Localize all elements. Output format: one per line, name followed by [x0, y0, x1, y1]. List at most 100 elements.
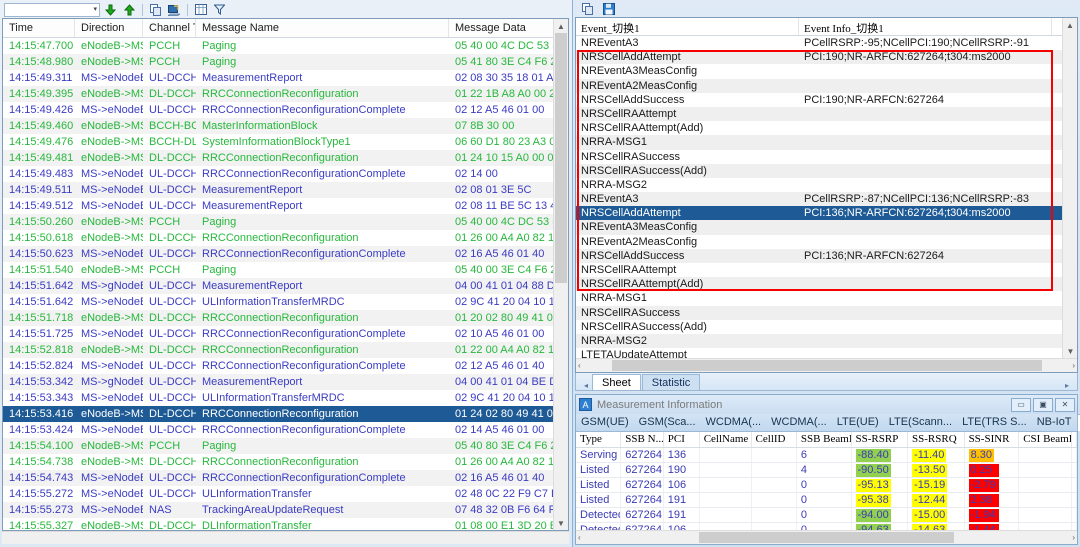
table-row[interactable]: 14:15:53.342 MS->gNodeB UL-DCCH Measurement…	[3, 374, 568, 390]
column-header-time[interactable]: Time	[3, 19, 75, 37]
scroll-up-arrow-icon[interactable]: ▲	[1063, 18, 1077, 32]
column-header-ss-rsrq[interactable]: SS-RSRQ	[908, 432, 965, 447]
measurement-row[interactable]: Listed 627264 190 4 -90.50 -13.50 0.25	[576, 463, 1077, 478]
save-button[interactable]	[600, 2, 617, 17]
column-header-type[interactable]: Type	[576, 432, 622, 447]
scroll-down-arrow-icon[interactable]: ▼	[554, 516, 568, 530]
table-row[interactable]: 14:15:49.460 eNodeB->MS BCCH-BCH MasterInfo…	[3, 118, 568, 134]
log-vertical-scrollbar[interactable]: ▲ ▼	[553, 19, 568, 530]
copy-button[interactable]	[579, 2, 596, 17]
event-row[interactable]: NRSCellRAAttempt	[576, 263, 1077, 277]
measurement-grid[interactable]: Type SSB N... PCI CellName CellID SSB Be…	[576, 432, 1077, 544]
measurement-grid-body[interactable]: Serving 627264 136 6 -88.40 -11.40 8.30 Listed 6…	[576, 448, 1077, 538]
event-row[interactable]: NRRA-MSG1	[576, 291, 1077, 305]
event-row[interactable]: NREventA2MeasConfig	[576, 235, 1077, 249]
scroll-right-arrow-icon[interactable]: ›	[1072, 361, 1075, 370]
event-row[interactable]: NRSCellRAAttempt	[576, 106, 1077, 122]
event-row[interactable]: NRSCellAddAttempt PCI:190;NR-ARFCN:627264…	[576, 50, 1077, 65]
find-prev-up-button[interactable]	[121, 2, 138, 17]
log-horizontal-scrollbar[interactable]	[2, 531, 569, 544]
table-row[interactable]: 14:15:49.476 eNodeB->MS BCCH-DL-... SystemI…	[3, 134, 568, 150]
tab-gsm-sca[interactable]: GSM(Sca...	[634, 414, 701, 431]
table-row[interactable]: 14:15:51.725 MS->eNodeB UL-DCCH RRCConnecti…	[3, 326, 568, 342]
column-header-event-info[interactable]: Event Info_切换1	[799, 18, 1052, 35]
event-row[interactable]: NREventA3 PCellRSRP:-95;NCellPCI:190;NCel…	[576, 36, 1077, 50]
message-log-grid[interactable]: Time Direction Channel Ty... Message Nam…	[2, 18, 569, 531]
tab-lte-scann[interactable]: LTE(Scann...	[884, 414, 957, 431]
measurement-hscroll-thumb[interactable]	[699, 532, 954, 543]
event-row[interactable]: NRRA-MSG2	[576, 333, 1077, 349]
column-header-cellid[interactable]: CellID	[752, 432, 797, 447]
event-row[interactable]: NRSCellAddAttempt PCI:136;NR-ARFCN:627264…	[576, 206, 1077, 221]
event-vertical-scrollbar[interactable]: ▲ ▼	[1062, 18, 1077, 358]
chevron-down-icon[interactable]: ▾	[93, 6, 97, 13]
find-next-down-button[interactable]	[102, 2, 119, 17]
scroll-left-arrow-icon[interactable]: ‹	[578, 361, 581, 370]
event-row[interactable]: NRRA-MSG1	[576, 135, 1077, 150]
tab-lte-ue[interactable]: LTE(UE)	[832, 414, 884, 431]
table-row[interactable]: 14:15:50.623 MS->eNodeB UL-DCCH RRCConnecti…	[3, 246, 568, 262]
scroll-left-arrow-icon[interactable]: ‹	[578, 533, 581, 542]
table-row[interactable]: 14:15:49.311 MS->eNodeB UL-DCCH Measurement…	[3, 70, 568, 86]
table-row[interactable]: 14:15:51.718 eNodeB->MS DL-DCCH RRCConnecti…	[3, 310, 568, 326]
column-header-ss-sinr[interactable]: SS-SINR	[965, 432, 1020, 447]
column-header-pci[interactable]: PCI	[664, 432, 700, 447]
log-filter-combo[interactable]: ▾	[4, 2, 100, 17]
column-header-event[interactable]: Event_切换1	[576, 18, 799, 35]
event-row[interactable]: NRSCellRAAttempt(Add)	[576, 277, 1077, 292]
table-row[interactable]: 14:15:48.980 eNodeB->MS PCCH Paging 05 41 80…	[3, 54, 568, 70]
table-row[interactable]: 14:15:53.343 MS->eNodeB UL-DCCH ULInformati…	[3, 390, 568, 406]
event-row[interactable]: NRSCellAddSuccess PCI:136;NR-ARFCN:627264	[576, 248, 1077, 263]
copy-button[interactable]	[147, 2, 164, 17]
measurement-horizontal-scrollbar[interactable]: ‹ ›	[576, 530, 1077, 544]
tab-nr-ue[interactable]: NR(UE)	[1076, 414, 1080, 431]
measurement-row[interactable]: Detected 627264 191 0 -94.00 -15.00 -1.94	[576, 508, 1077, 523]
event-row[interactable]: NRSCellRASuccess(Add)	[576, 163, 1077, 178]
column-header-cellname[interactable]: CellName	[700, 432, 752, 447]
table-row[interactable]: 14:15:49.512 MS->eNodeB UL-DCCH Measurement…	[3, 198, 568, 214]
table-row[interactable]: 14:15:52.824 MS->eNodeB UL-DCCH RRCConnecti…	[3, 358, 568, 374]
scroll-up-arrow-icon[interactable]: ▲	[554, 19, 568, 33]
table-row[interactable]: 14:15:49.481 eNodeB->MS DL-DCCH RRCConnecti…	[3, 150, 568, 166]
table-row[interactable]: 14:15:55.327 eNodeB->MS DL-DCCH DLInformati…	[3, 518, 568, 530]
columns-button[interactable]	[192, 2, 209, 17]
column-header-ssb-beamid[interactable]: SSB BeamID	[797, 432, 852, 447]
event-row[interactable]: NREventA3MeasConfig	[576, 220, 1077, 235]
event-hscroll-thumb[interactable]	[611, 360, 1042, 371]
event-row[interactable]: NRSCellAddSuccess PCI:190;NR-ARFCN:627264	[576, 93, 1077, 107]
table-row[interactable]: 14:15:51.642 MS->gNodeB UL-DCCH Measurement…	[3, 278, 568, 294]
event-row[interactable]: NRSCellRAAttempt(Add)	[576, 121, 1077, 135]
table-row[interactable]: 14:15:55.272 MS->eNodeB UL-DCCH ULInformati…	[3, 486, 568, 502]
event-row[interactable]: NRRA-MSG2	[576, 178, 1077, 192]
table-row[interactable]: 14:15:49.426 MS->eNodeB UL-DCCH RRCConnecti…	[3, 102, 568, 118]
column-header-ss-rsrp[interactable]: SS-RSRP	[852, 432, 909, 447]
tab-sheet[interactable]: Sheet	[592, 374, 641, 390]
column-header-ssb-n[interactable]: SSB N...	[621, 432, 664, 447]
event-row[interactable]: NREventA3MeasConfig	[576, 64, 1077, 78]
measurement-row[interactable]: Listed 627264 191 0 -95.38 -12.44 2.38	[576, 493, 1077, 508]
event-row[interactable]: NREventA2MeasConfig	[576, 78, 1077, 93]
maximize-button[interactable]: ▣	[1033, 397, 1053, 412]
tab-nav-left-icon[interactable]: ◂	[580, 381, 592, 390]
event-horizontal-scrollbar[interactable]: ‹ ›	[576, 358, 1077, 372]
tab-lte-trs-s[interactable]: LTE(TRS S...	[957, 414, 1032, 431]
event-row[interactable]: NRSCellRASuccess	[576, 150, 1077, 164]
table-row[interactable]: 14:15:54.743 MS->eNodeB UL-DCCH RRCConnecti…	[3, 470, 568, 486]
table-row[interactable]: 14:15:49.395 eNodeB->MS DL-DCCH RRCConnecti…	[3, 86, 568, 102]
column-header-message-data[interactable]: Message Data	[449, 19, 559, 37]
tab-statistic[interactable]: Statistic	[641, 374, 701, 390]
minimize-button[interactable]: ▭	[1011, 397, 1031, 412]
column-header-csi-rsrp[interactable]: CSI-RSR	[1072, 432, 1077, 447]
table-row[interactable]: 14:15:53.424 MS->eNodeB UL-DCCH RRCConnecti…	[3, 422, 568, 438]
table-row[interactable]: 14:15:47.700 eNodeB->MS PCCH Paging 05 40 00…	[3, 38, 568, 54]
column-header-channel-type[interactable]: Channel Ty...	[143, 19, 196, 37]
close-button[interactable]: ✕	[1055, 397, 1075, 412]
scroll-right-arrow-icon[interactable]: ›	[1072, 533, 1075, 542]
table-row[interactable]: 14:15:50.618 eNodeB->MS DL-DCCH RRCConnecti…	[3, 230, 568, 246]
table-row[interactable]: 14:15:51.540 eNodeB->MS PCCH Paging 05 40 00…	[3, 262, 568, 278]
event-row[interactable]: NRSCellRASuccess(Add)	[576, 320, 1077, 334]
tab-wcdma[interactable]: WCDMA(...	[766, 414, 832, 431]
table-row[interactable]: 14:15:55.273 MS->eNodeB NAS TrackingAreaUpd…	[3, 502, 568, 518]
event-table-body[interactable]: NREventA3 PCellRSRP:-95;NCellPCI:190;NCel…	[576, 36, 1077, 372]
filter-icon[interactable]	[211, 2, 228, 17]
